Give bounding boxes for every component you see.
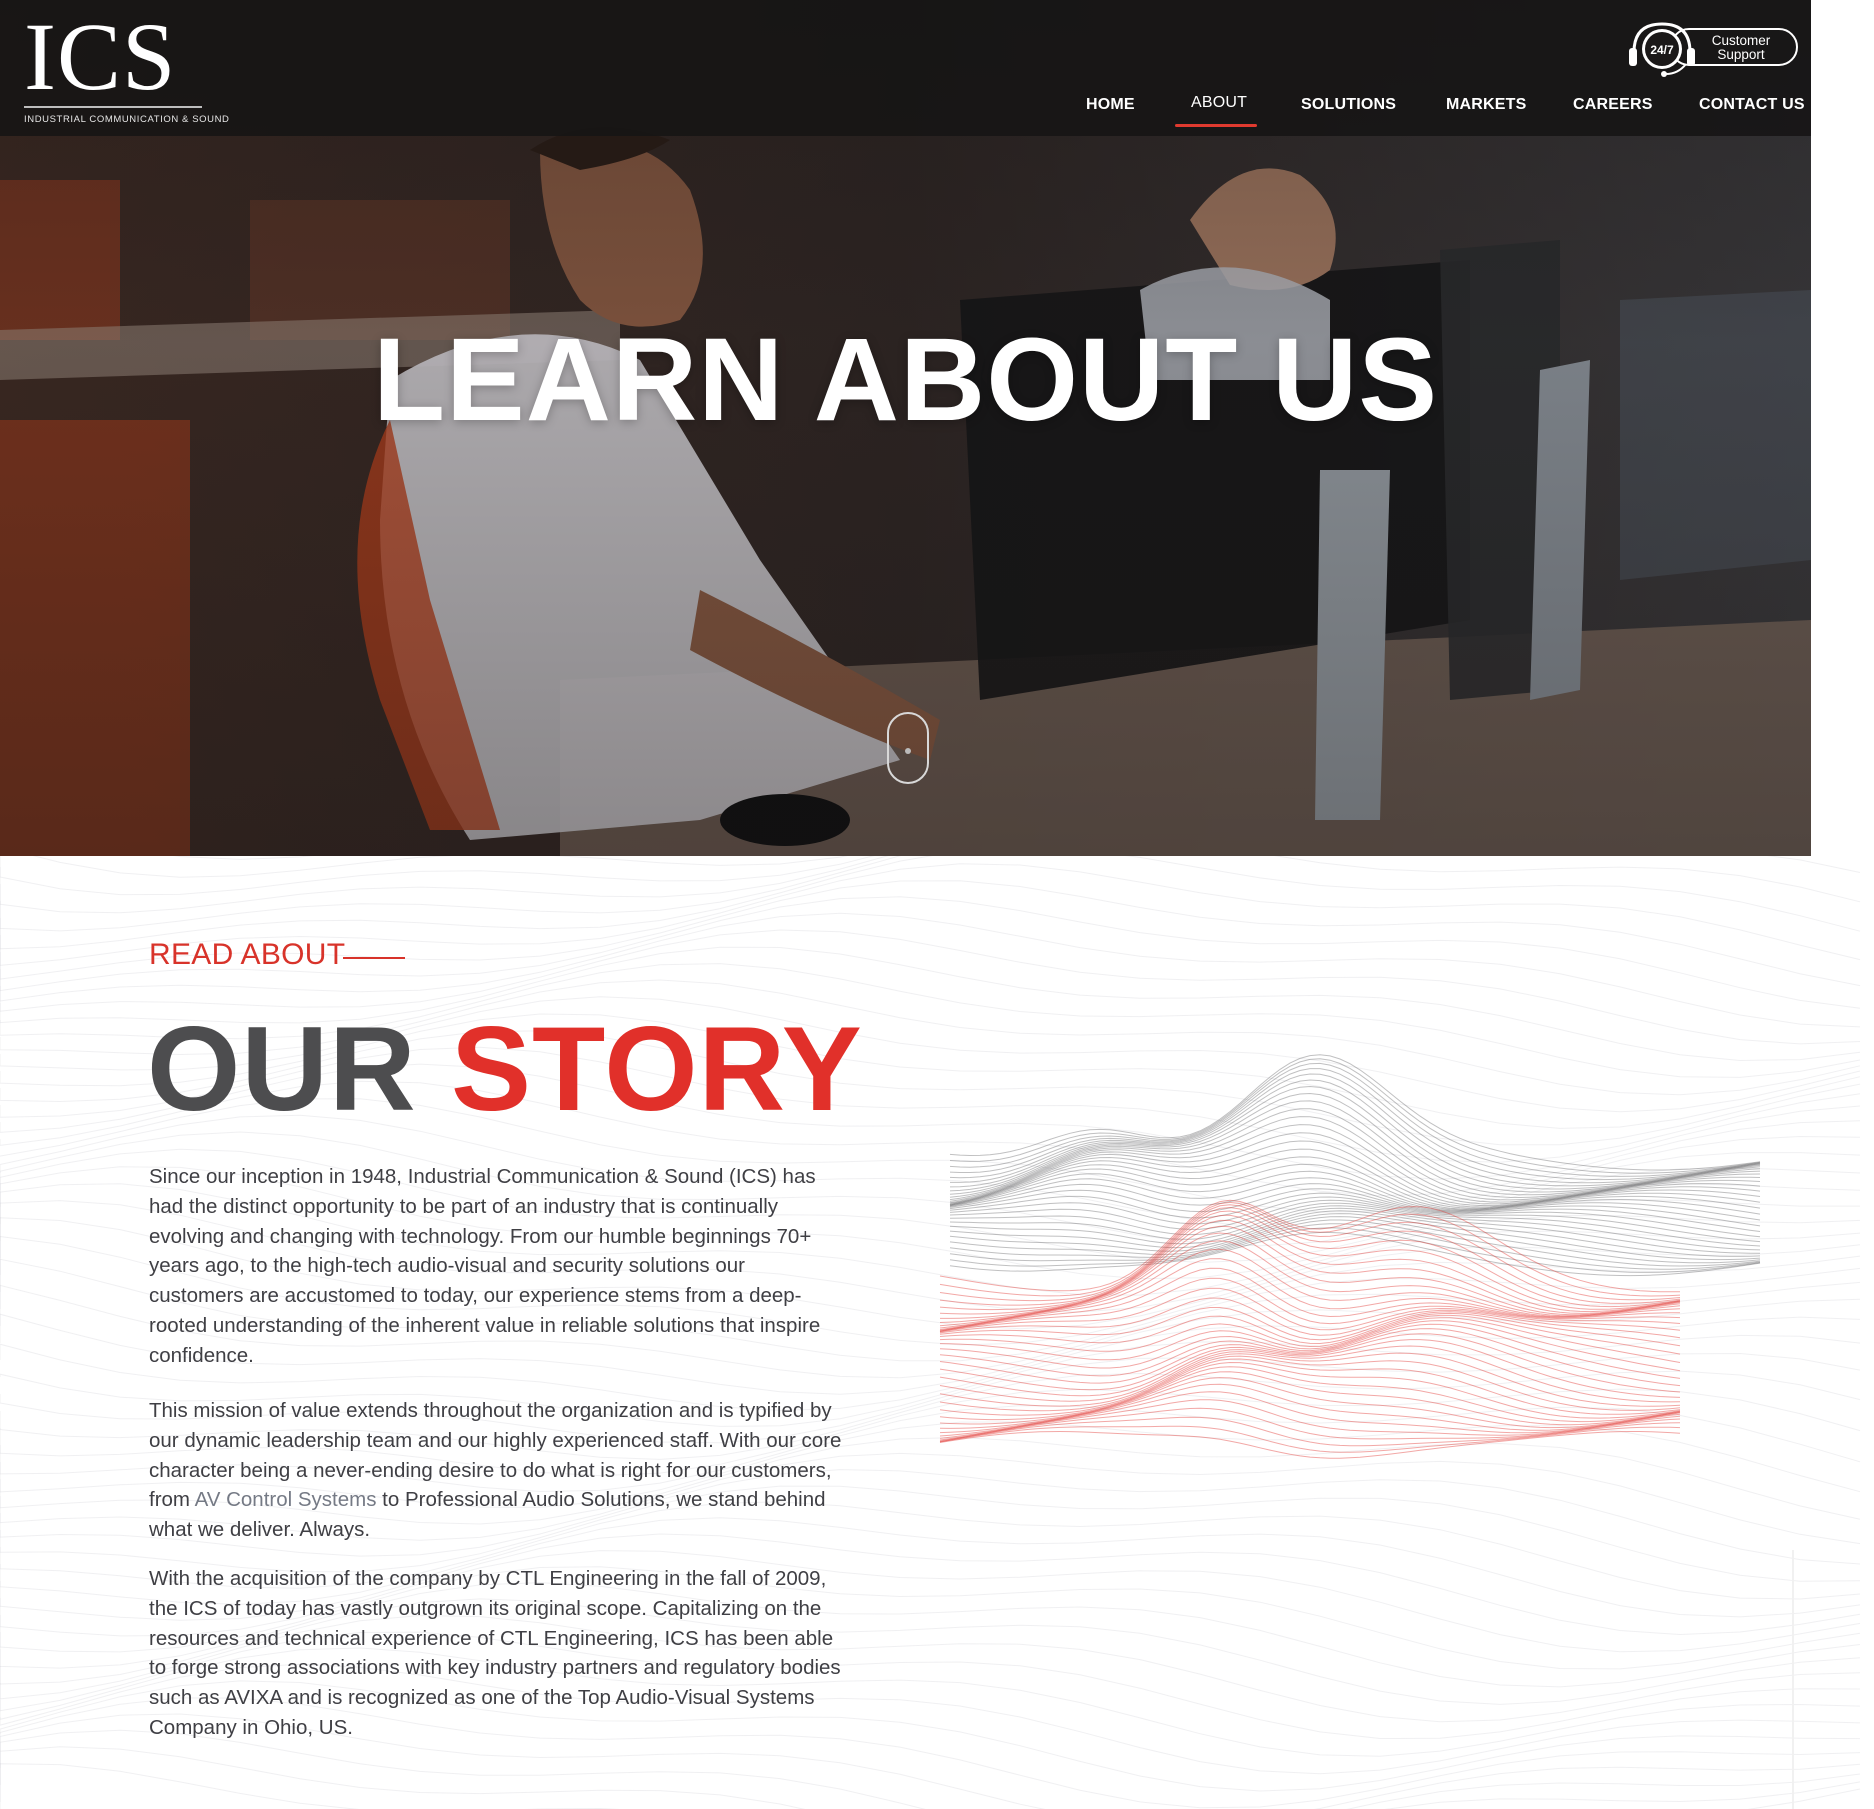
wave-line	[949, 1092, 1761, 1193]
heading-our: OUR	[147, 1002, 417, 1136]
support-line-1: Customer	[1711, 33, 1771, 48]
wave-line	[0, 1763, 1861, 1809]
nav-markets[interactable]: MARKETS	[1446, 96, 1527, 114]
scroll-wheel-dot	[905, 748, 911, 754]
headset-icon: 24/7	[1629, 22, 1695, 77]
heading-story: STORY	[451, 1002, 863, 1136]
story-paragraph-2: This mission of value extends throughout…	[149, 1396, 845, 1545]
wave-line	[173, 856, 315, 860]
av-control-systems-link[interactable]: AV Control Systems	[195, 1488, 377, 1511]
ics-logo[interactable]: ICS INDUSTRIAL COMMUNICATION & SOUND	[24, 3, 230, 125]
hero-section: ICS INDUSTRIAL COMMUNICATION & SOUND Cus…	[0, 0, 1811, 856]
eyebrow-line	[343, 957, 405, 959]
support-badge-text: 24/7	[1650, 43, 1674, 57]
section-edge-line	[1792, 1550, 1794, 1809]
wave-line	[0, 856, 875, 896]
story-paragraph-3: With the acquisition of the company by C…	[149, 1567, 841, 1739]
wave-line	[939, 1232, 1681, 1327]
top-navigation-bar: ICS INDUSTRIAL COMMUNICATION & SOUND Cus…	[0, 0, 1811, 136]
story-paragraph-1: Since our inception in 1948, Industrial …	[149, 1165, 821, 1367]
section-eyebrow: READ ABOUT	[149, 938, 346, 971]
wave-line	[939, 1214, 1681, 1315]
logo-subtitle: INDUSTRIAL COMMUNICATION & SOUND	[24, 114, 230, 125]
nav-about[interactable]: ABOUT	[1191, 94, 1247, 112]
nav-contact-us[interactable]: CONTACT US	[1699, 96, 1805, 114]
nav-solutions[interactable]: SOLUTIONS	[1301, 96, 1396, 114]
wave-line	[0, 856, 1861, 932]
wave-line	[939, 1352, 1681, 1407]
scroll-mouse-icon[interactable]	[887, 712, 929, 784]
nav-active-indicator	[1175, 124, 1257, 127]
section-heading: OUR STORY	[147, 1004, 863, 1134]
our-story-section: READ ABOUT OUR STORY Since our inception…	[0, 856, 1874, 1809]
customer-support-button[interactable]: Customer Support 24/7	[1626, 16, 1800, 82]
nav-home[interactable]: HOME	[1086, 96, 1135, 114]
logo-wordmark: ICS	[24, 3, 177, 110]
wave-line	[0, 856, 1861, 950]
hero-title: LEARN ABOUT US	[372, 314, 1439, 446]
nav-careers[interactable]: CAREERS	[1573, 96, 1653, 114]
wave-line	[939, 1339, 1681, 1398]
wave-line	[949, 1073, 1761, 1184]
support-line-2: Support	[1717, 47, 1765, 62]
